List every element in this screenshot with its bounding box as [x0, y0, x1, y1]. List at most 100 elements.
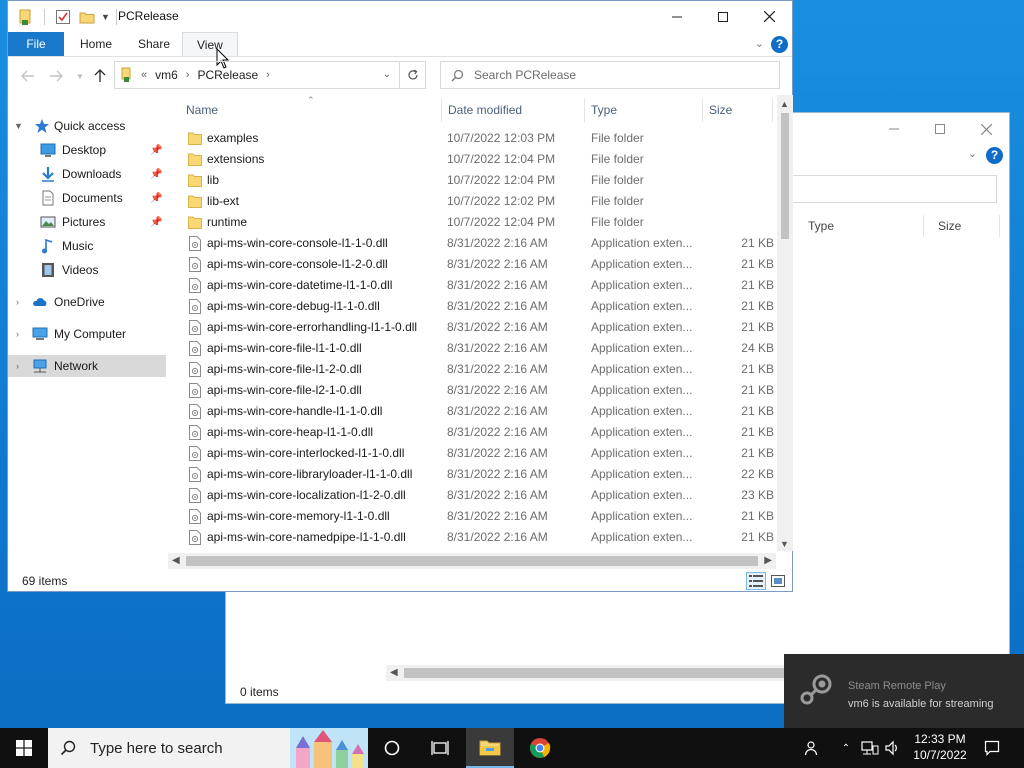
- notification-toast[interactable]: Steam Remote Play vm6 is available for s…: [784, 654, 1024, 728]
- bg-column-type[interactable]: Type: [794, 215, 924, 237]
- explorer-window[interactable]: ▼ PCRelease File Home Share View ⌄ ? ▼ «…: [7, 0, 793, 592]
- maximize-button[interactable]: [700, 1, 746, 32]
- taskbar-chrome[interactable]: [516, 728, 564, 768]
- breadcrumb-chevron-icon[interactable]: ›: [266, 69, 270, 81]
- action-center-button[interactable]: [978, 728, 1006, 768]
- computer-icon: [32, 327, 48, 340]
- volume-button[interactable]: [882, 728, 904, 768]
- breadcrumb-vm6[interactable]: vm6: [155, 68, 178, 82]
- vertical-scrollbar[interactable]: ▲ ▼: [777, 95, 793, 551]
- scroll-down-icon[interactable]: ▼: [780, 539, 789, 549]
- expand-chevron-icon[interactable]: ›: [16, 297, 19, 307]
- nav-item-network[interactable]: › Network: [8, 355, 166, 377]
- column-date-modified[interactable]: Date modified: [441, 98, 585, 122]
- table-row[interactable]: runtime 10/7/2022 12:04 PM File folder: [166, 212, 776, 233]
- nav-item-onedrive[interactable]: › OneDrive: [8, 291, 166, 313]
- collapse-chevron-icon[interactable]: ▼: [14, 121, 23, 131]
- table-row[interactable]: api-ms-win-core-file-l2-1-0.dll 8/31/2022…: [166, 380, 776, 401]
- table-row[interactable]: api-ms-win-core-namedpipe-l1-1-0.dll 8/31…: [166, 527, 776, 548]
- nav-item-videos[interactable]: Videos: [8, 259, 166, 281]
- table-row[interactable]: lib-ext 10/7/2022 12:02 PM File folder: [166, 191, 776, 212]
- new-folder-icon[interactable]: [79, 9, 95, 25]
- bg-help-icon[interactable]: ?: [986, 147, 1003, 164]
- table-row[interactable]: api-ms-win-core-file-l1-2-0.dll 8/31/2022…: [166, 359, 776, 380]
- table-row[interactable]: api-ms-win-core-debug-l1-1-0.dll 8/31/202…: [166, 296, 776, 317]
- table-row[interactable]: api-ms-win-core-console-l1-1-0.dll 8/31/2…: [166, 233, 776, 254]
- nav-item-music[interactable]: Music: [8, 235, 166, 257]
- table-row[interactable]: api-ms-win-core-heap-l1-1-0.dll 8/31/2022…: [166, 422, 776, 443]
- hscroll-thumb[interactable]: [186, 556, 758, 566]
- refresh-button[interactable]: [400, 61, 426, 89]
- table-row[interactable]: api-ms-win-core-localization-l1-2-0.dll 8…: [166, 485, 776, 506]
- vscroll-thumb[interactable]: [781, 113, 789, 239]
- ribbon-expand-icon[interactable]: ⌄: [755, 37, 764, 50]
- task-view-button[interactable]: [416, 728, 464, 768]
- customize-toolbar-icon[interactable]: ▼: [101, 12, 110, 22]
- nav-item-pictures[interactable]: Pictures 📌: [8, 211, 166, 233]
- expand-chevron-icon[interactable]: ›: [16, 329, 19, 339]
- bg-ribbon-expand-icon[interactable]: ⌄: [968, 147, 977, 160]
- tab-home[interactable]: Home: [66, 32, 126, 56]
- scroll-left-icon[interactable]: ◀: [390, 665, 398, 681]
- title-bar[interactable]: ▼ PCRelease: [8, 1, 792, 32]
- nav-item-documents[interactable]: Documents 📌: [8, 187, 166, 209]
- table-row[interactable]: api-ms-win-core-interlocked-l1-1-0.dll 8/…: [166, 443, 776, 464]
- table-row[interactable]: lib 10/7/2022 12:04 PM File folder: [166, 170, 776, 191]
- bg-minimize-button[interactable]: [871, 115, 917, 143]
- nav-item-desktop[interactable]: Desktop 📌: [8, 139, 166, 161]
- bg-maximize-button[interactable]: [917, 115, 963, 143]
- nav-item-label: Desktop: [62, 143, 107, 157]
- back-button[interactable]: [18, 66, 38, 86]
- search-input[interactable]: Search PCRelease: [440, 61, 780, 89]
- nav-item-quick-access[interactable]: ▼ Quick access: [8, 115, 166, 137]
- taskbar-search-input[interactable]: Type here to search: [48, 728, 368, 768]
- expand-chevron-icon[interactable]: ›: [16, 361, 19, 371]
- close-button[interactable]: [746, 1, 792, 32]
- forward-button[interactable]: [46, 66, 66, 86]
- nav-item-my-computer[interactable]: › My Computer: [8, 323, 166, 345]
- taskbar-clock[interactable]: 12:33 PM 10/7/2022: [905, 731, 975, 763]
- table-row[interactable]: api-ms-win-core-memory-l1-1-0.dll 8/31/20…: [166, 506, 776, 527]
- properties-icon[interactable]: [55, 9, 71, 25]
- file-list[interactable]: ⌃ Name Date modified Type Size examples 1…: [166, 95, 776, 551]
- column-type[interactable]: Type: [585, 98, 703, 122]
- network-status-button[interactable]: [858, 728, 882, 768]
- people-button[interactable]: [798, 728, 826, 768]
- dll-file-icon: [189, 341, 201, 356]
- tab-file[interactable]: File: [8, 32, 64, 56]
- recent-locations-button[interactable]: ▼: [70, 66, 90, 86]
- table-row[interactable]: api-ms-win-core-console-l1-2-0.dll 8/31/2…: [166, 254, 776, 275]
- taskbar-file-explorer[interactable]: [466, 728, 514, 768]
- scroll-left-icon[interactable]: ◀: [172, 553, 180, 569]
- address-bar[interactable]: « vm6 › PCRelease › ⌄: [114, 61, 400, 89]
- table-row[interactable]: api-ms-win-core-file-l1-1-0.dll 8/31/2022…: [166, 338, 776, 359]
- tab-share[interactable]: Share: [124, 32, 184, 56]
- nav-item-downloads[interactable]: Downloads 📌: [8, 163, 166, 185]
- start-button[interactable]: [0, 728, 48, 768]
- address-dropdown-icon[interactable]: ⌄: [383, 69, 391, 80]
- column-size[interactable]: Size: [703, 98, 773, 122]
- breadcrumb-chevron-icon[interactable]: ›: [186, 69, 190, 81]
- column-name[interactable]: Name: [180, 98, 441, 122]
- table-row[interactable]: api-ms-win-core-libraryloader-l1-1-0.dll…: [166, 464, 776, 485]
- scroll-up-icon[interactable]: ▲: [780, 99, 789, 109]
- large-icons-view-button[interactable]: [768, 572, 788, 590]
- bg-column-size[interactable]: Size: [924, 215, 1000, 237]
- scroll-right-icon[interactable]: ▶: [764, 553, 772, 569]
- table-row[interactable]: api-ms-win-core-errorhandling-l1-1-0.dll…: [166, 317, 776, 338]
- up-button[interactable]: [90, 66, 110, 86]
- bg-close-button[interactable]: [963, 115, 1009, 143]
- table-row[interactable]: api-ms-win-core-handle-l1-1-0.dll 8/31/20…: [166, 401, 776, 422]
- details-view-button[interactable]: [746, 572, 766, 590]
- table-row[interactable]: api-ms-win-core-datetime-l1-1-0.dll 8/31/…: [166, 275, 776, 296]
- table-row[interactable]: examples 10/7/2022 12:03 PM File folder: [166, 128, 776, 149]
- minimize-button[interactable]: [654, 1, 700, 32]
- show-hidden-icons-button[interactable]: ⌃: [836, 728, 856, 768]
- help-icon[interactable]: ?: [771, 36, 788, 53]
- breadcrumb-pcrelease[interactable]: PCRelease: [197, 68, 258, 82]
- horizontal-scrollbar[interactable]: ◀ ▶: [168, 553, 776, 569]
- table-row[interactable]: extensions 10/7/2022 12:04 PM File folder: [166, 149, 776, 170]
- breadcrumb-overflow[interactable]: «: [141, 69, 147, 81]
- cortana-button[interactable]: [368, 728, 416, 768]
- bg-search-input[interactable]: [787, 175, 997, 203]
